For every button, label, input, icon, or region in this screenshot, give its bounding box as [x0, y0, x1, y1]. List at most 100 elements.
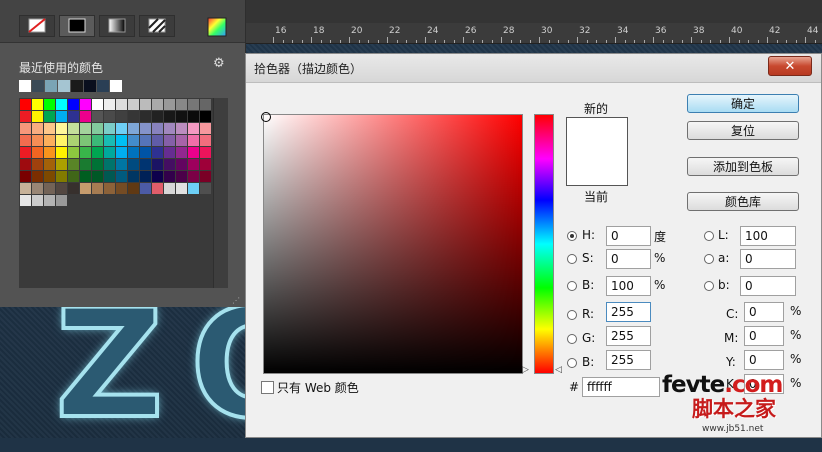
color-swatch[interactable]: [56, 147, 67, 158]
hex-input[interactable]: ffffff: [582, 377, 660, 397]
color-swatch[interactable]: [44, 171, 55, 182]
color-swatch[interactable]: [116, 183, 127, 194]
color-swatch[interactable]: [152, 147, 163, 158]
color-swatch[interactable]: [128, 159, 139, 170]
color-swatch[interactable]: [20, 99, 31, 110]
hue-slider-right-arrow-icon[interactable]: ◁: [555, 365, 562, 375]
recent-color-swatch[interactable]: [32, 80, 44, 92]
color-swatch[interactable]: [140, 159, 151, 170]
pattern-button[interactable]: [139, 15, 175, 37]
color-swatch[interactable]: [20, 147, 31, 158]
swatch-scrollbar[interactable]: [213, 98, 228, 288]
input-h[interactable]: 0: [606, 226, 651, 246]
recent-color-swatch[interactable]: [58, 80, 70, 92]
no-color-button[interactable]: [19, 15, 55, 37]
color-swatch[interactable]: [176, 111, 187, 122]
color-swatch[interactable]: [104, 159, 115, 170]
color-swatch[interactable]: [116, 159, 127, 170]
recent-color-swatch[interactable]: [71, 80, 83, 92]
recent-color-swatch[interactable]: [97, 80, 109, 92]
color-swatch[interactable]: [56, 159, 67, 170]
color-swatch[interactable]: [200, 147, 211, 158]
radio-rgb-b[interactable]: [567, 358, 577, 368]
color-swatch[interactable]: [32, 111, 43, 122]
color-swatch[interactable]: [68, 99, 79, 110]
color-swatch[interactable]: [80, 111, 91, 122]
input-r[interactable]: 255: [606, 302, 651, 322]
gear-icon[interactable]: ⚙: [213, 56, 225, 71]
input-m[interactable]: 0: [744, 326, 784, 346]
color-swatch[interactable]: [176, 99, 187, 110]
color-swatch[interactable]: [152, 183, 163, 194]
color-swatch[interactable]: [176, 123, 187, 134]
color-swatch[interactable]: [104, 183, 115, 194]
color-swatch[interactable]: [176, 171, 187, 182]
color-swatch[interactable]: [176, 147, 187, 158]
color-field[interactable]: [263, 114, 523, 374]
color-swatch[interactable]: [20, 111, 31, 122]
web-colors-only-checkbox[interactable]: [261, 381, 274, 394]
color-swatch[interactable]: [200, 99, 211, 110]
color-swatch[interactable]: [44, 111, 55, 122]
color-swatch[interactable]: [56, 183, 67, 194]
color-swatch[interactable]: [44, 183, 55, 194]
color-swatch[interactable]: [56, 111, 67, 122]
dialog-titlebar[interactable]: 拾色器（描边颜色） ✕: [246, 54, 821, 83]
color-swatch[interactable]: [188, 99, 199, 110]
color-swatch[interactable]: [92, 123, 103, 134]
input-l[interactable]: 100: [740, 226, 796, 246]
color-swatch[interactable]: [116, 111, 127, 122]
color-swatch[interactable]: [200, 123, 211, 134]
color-swatch[interactable]: [104, 123, 115, 134]
color-swatch[interactable]: [20, 183, 31, 194]
color-field-cursor[interactable]: [261, 112, 271, 122]
color-picker-button[interactable]: [207, 17, 227, 37]
color-swatch[interactable]: [104, 135, 115, 146]
color-swatch[interactable]: [164, 111, 175, 122]
input-rgb-b[interactable]: 255: [606, 350, 651, 370]
color-swatch[interactable]: [44, 159, 55, 170]
color-swatch[interactable]: [32, 135, 43, 146]
ok-button[interactable]: 确定: [687, 94, 799, 113]
color-swatch[interactable]: [104, 171, 115, 182]
color-swatch[interactable]: [80, 183, 91, 194]
gradient-button[interactable]: [99, 15, 135, 37]
radio-h[interactable]: [567, 231, 577, 241]
color-swatch[interactable]: [200, 171, 211, 182]
color-swatch[interactable]: [188, 171, 199, 182]
radio-a[interactable]: [704, 254, 714, 264]
color-swatch[interactable]: [116, 123, 127, 134]
color-swatch[interactable]: [44, 99, 55, 110]
color-swatch[interactable]: [200, 111, 211, 122]
color-swatch[interactable]: [32, 171, 43, 182]
color-swatch[interactable]: [68, 159, 79, 170]
color-swatch[interactable]: [152, 111, 163, 122]
radio-r[interactable]: [567, 310, 577, 320]
input-y[interactable]: 0: [744, 350, 784, 370]
color-swatch[interactable]: [20, 171, 31, 182]
color-swatch[interactable]: [164, 147, 175, 158]
color-swatch[interactable]: [32, 99, 43, 110]
color-swatch[interactable]: [80, 123, 91, 134]
color-swatch[interactable]: [164, 135, 175, 146]
recent-color-swatch[interactable]: [45, 80, 57, 92]
color-swatch[interactable]: [92, 111, 103, 122]
radio-s[interactable]: [567, 254, 577, 264]
color-swatch[interactable]: [20, 135, 31, 146]
color-swatch[interactable]: [128, 99, 139, 110]
color-swatch[interactable]: [200, 183, 211, 194]
color-swatch[interactable]: [80, 159, 91, 170]
color-swatch[interactable]: [68, 123, 79, 134]
color-swatch[interactable]: [104, 147, 115, 158]
add-to-swatches-button[interactable]: 添加到色板: [687, 157, 799, 176]
color-swatch[interactable]: [152, 123, 163, 134]
color-swatch[interactable]: [200, 159, 211, 170]
color-swatch[interactable]: [44, 135, 55, 146]
color-swatch[interactable]: [164, 171, 175, 182]
color-swatch[interactable]: [80, 147, 91, 158]
color-swatch[interactable]: [20, 195, 31, 206]
color-swatch[interactable]: [68, 147, 79, 158]
color-swatch[interactable]: [128, 123, 139, 134]
color-swatch[interactable]: [56, 123, 67, 134]
color-swatch[interactable]: [188, 147, 199, 158]
